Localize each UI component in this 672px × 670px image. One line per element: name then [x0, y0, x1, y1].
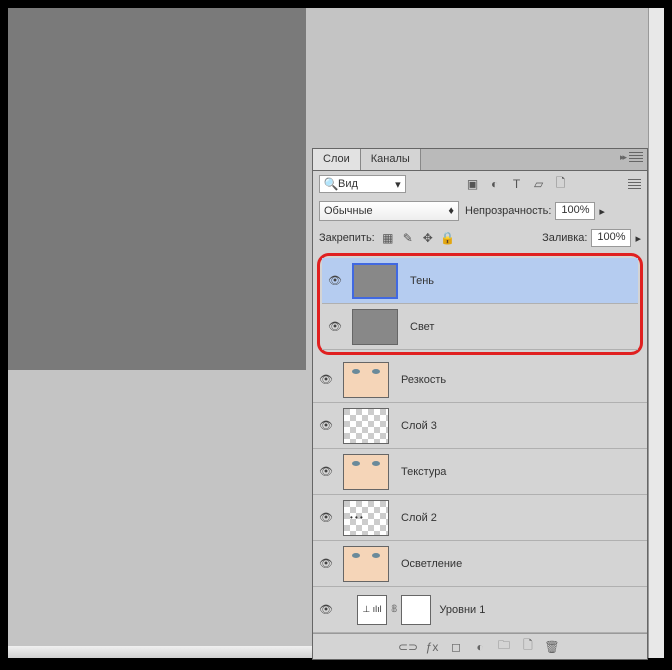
- highlight-annotation: 👁 Тень 👁 Свет: [317, 253, 643, 355]
- visibility-icon[interactable]: 👁: [317, 511, 335, 524]
- visibility-icon[interactable]: 👁: [317, 373, 335, 386]
- collapse-icon[interactable]: ▸▸: [620, 152, 625, 163]
- layer-row[interactable]: 👁 Текстура: [313, 449, 647, 495]
- filter-type-icon[interactable]: T: [510, 177, 524, 191]
- vertical-scrollbar[interactable]: [648, 8, 664, 658]
- layer-thumbnail[interactable]: [343, 454, 389, 490]
- layers-list: 👁 Тень 👁 Свет 👁 Резкость 👁 Слой 3: [313, 253, 647, 633]
- lock-transparency-icon[interactable]: ▦: [381, 231, 395, 245]
- filter-row: 🔍 Вид ▾ ▣ ◐ T ▱ 🗋: [313, 171, 647, 197]
- visibility-icon[interactable]: 👁: [317, 419, 335, 432]
- link-icon[interactable]: 𝟠: [391, 604, 397, 615]
- visibility-icon[interactable]: 👁: [326, 274, 344, 287]
- layer-thumbnail[interactable]: [352, 309, 398, 345]
- layer-name-label[interactable]: Резкость: [397, 374, 643, 386]
- layer-row[interactable]: 👁 Осветление: [313, 541, 647, 587]
- app-frame: Слои Каналы ▸▸ 🔍 Вид ▾ ▣ ◐ T ▱ 🗋: [8, 8, 664, 658]
- layer-name-label[interactable]: Тень: [406, 275, 634, 287]
- fill-label: Заливка:: [542, 232, 587, 244]
- visibility-icon[interactable]: 👁: [317, 603, 335, 616]
- panel-footer: ⊂⊃ ƒx ◻ ◐ 🗀 🗋 🗑: [313, 633, 647, 659]
- panel-menu-icon[interactable]: [629, 152, 643, 162]
- layer-row[interactable]: 👁 Свет: [322, 304, 638, 350]
- tab-layers[interactable]: Слои: [313, 149, 361, 170]
- link-layers-icon[interactable]: ⊂⊃: [401, 640, 415, 654]
- group-icon[interactable]: 🗀: [497, 640, 511, 654]
- delete-icon[interactable]: 🗑: [545, 640, 559, 654]
- filter-shape-icon[interactable]: ▱: [532, 177, 546, 191]
- blend-row: Обычные ♦ Непрозрачность: 100% ▸: [313, 197, 647, 225]
- mask-icon[interactable]: ◻: [449, 640, 463, 654]
- dropdown-icon[interactable]: ▸: [635, 232, 641, 245]
- layer-name-label[interactable]: Слой 3: [397, 420, 643, 432]
- layer-name-label[interactable]: Уровни 1: [435, 604, 643, 616]
- lock-all-icon[interactable]: 🔒: [441, 231, 455, 245]
- lock-label: Закрепить:: [319, 232, 375, 244]
- dropdown-icon: ▾: [395, 178, 401, 191]
- dropdown-icon: ♦: [448, 205, 454, 217]
- fx-icon[interactable]: ƒx: [425, 640, 439, 654]
- visibility-icon[interactable]: 👁: [317, 557, 335, 570]
- layer-thumbnail[interactable]: [343, 500, 389, 536]
- layer-row[interactable]: 👁 Тень: [322, 258, 638, 304]
- opacity-label: Непрозрачность:: [465, 205, 551, 217]
- lock-position-icon[interactable]: ✥: [421, 231, 435, 245]
- new-layer-icon[interactable]: 🗋: [521, 640, 535, 654]
- blend-mode-select[interactable]: Обычные ♦: [319, 201, 459, 221]
- lock-paint-icon[interactable]: ✎: [401, 231, 415, 245]
- panel-tabs: Слои Каналы ▸▸: [313, 149, 647, 171]
- filter-smart-icon[interactable]: 🗋: [554, 177, 568, 191]
- layer-thumbnail[interactable]: [352, 263, 398, 299]
- filter-pixel-icon[interactable]: ▣: [466, 177, 480, 191]
- layer-row[interactable]: 👁 Резкость: [313, 357, 647, 403]
- layers-panel: Слои Каналы ▸▸ 🔍 Вид ▾ ▣ ◐ T ▱ 🗋: [312, 148, 648, 660]
- fill-input[interactable]: 100%: [591, 229, 631, 247]
- blend-mode-value: Обычные: [324, 205, 373, 217]
- layer-name-label[interactable]: Свет: [406, 321, 634, 333]
- layer-thumbnail[interactable]: [343, 546, 389, 582]
- visibility-icon[interactable]: 👁: [326, 320, 344, 333]
- layer-name-label[interactable]: Осветление: [397, 558, 643, 570]
- lock-row: Закрепить: ▦ ✎ ✥ 🔒 Заливка: 100% ▸: [313, 225, 647, 251]
- tab-channels[interactable]: Каналы: [361, 149, 421, 170]
- search-icon: 🔍: [324, 177, 338, 191]
- adjustment-icon[interactable]: ◐: [473, 640, 487, 654]
- layer-thumbnail[interactable]: [343, 408, 389, 444]
- filter-type-label: Вид: [338, 178, 358, 190]
- opacity-input[interactable]: 100%: [555, 202, 595, 220]
- filter-menu-icon[interactable]: [628, 179, 641, 189]
- canvas-area-dark[interactable]: [8, 8, 306, 370]
- layer-row[interactable]: 👁 Слой 3: [313, 403, 647, 449]
- filter-type-select[interactable]: 🔍 Вид ▾: [319, 175, 406, 193]
- filter-adjust-icon[interactable]: ◐: [488, 177, 502, 191]
- dropdown-icon[interactable]: ▸: [599, 205, 605, 218]
- mask-thumbnail[interactable]: [401, 595, 431, 625]
- layer-name-label[interactable]: Текстура: [397, 466, 643, 478]
- layer-thumbnail[interactable]: [343, 362, 389, 398]
- layer-name-label[interactable]: Слой 2: [397, 512, 643, 524]
- layer-row[interactable]: 👁 Слой 2: [313, 495, 647, 541]
- adjustment-layer-row[interactable]: 👁 ⊥ ılıl 𝟠 Уровни 1: [313, 587, 647, 633]
- adjustment-icon[interactable]: ⊥ ılıl: [357, 595, 387, 625]
- visibility-icon[interactable]: 👁: [317, 465, 335, 478]
